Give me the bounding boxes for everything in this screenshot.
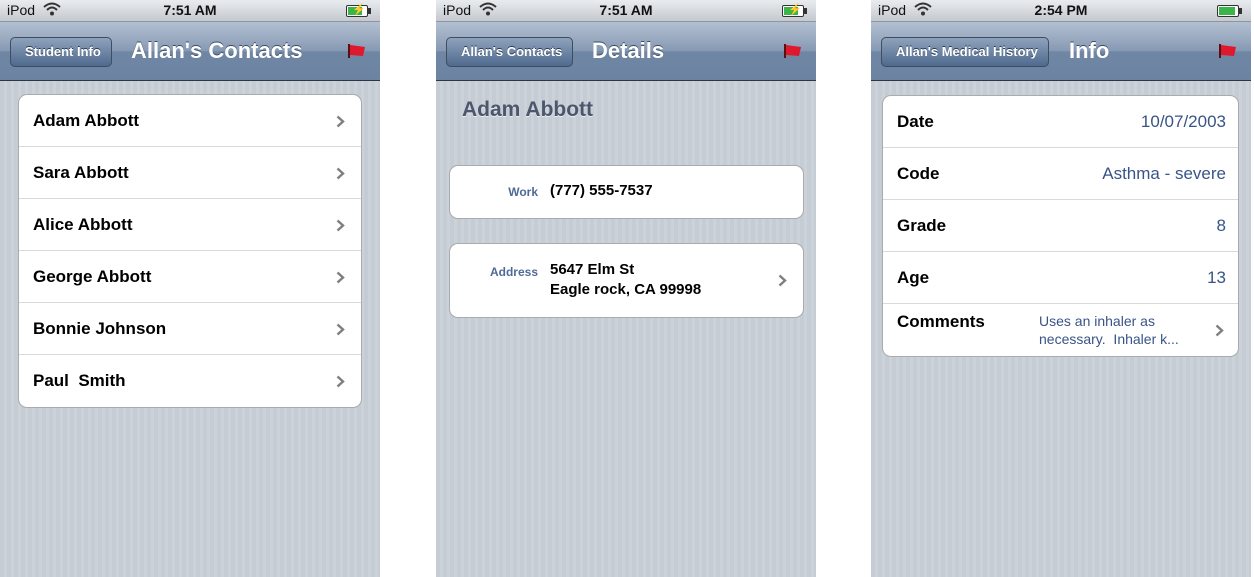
contact-row[interactable]: George Abbott	[19, 251, 361, 303]
contact-row[interactable]: Sara Abbott	[19, 147, 361, 199]
work-label: Work	[508, 185, 538, 199]
contacts-list: Adam Abbott Sara Abbott Alice Abbott Geo…	[18, 94, 362, 408]
chevron-right-icon	[778, 274, 787, 287]
status-time: 7:51 AM	[599, 2, 653, 18]
navigation-bar: Allan's Contacts Details	[436, 22, 816, 81]
comments-line-2: necessary. Inhaler k...	[1039, 331, 1179, 347]
battery-icon: ⚡	[346, 4, 371, 17]
page-title: Info	[1069, 38, 1110, 63]
back-button-label: Student Info	[25, 44, 101, 59]
battery-icon	[1217, 5, 1242, 17]
navigation-bar: Allan's Medical History Info	[871, 22, 1251, 81]
contact-row[interactable]: Bonnie Johnson	[19, 303, 361, 355]
info-label: Age	[897, 268, 930, 287]
address-label: Address	[489, 265, 538, 279]
address-row[interactable]: Address 5647 Elm St Eagle rock, CA 99998	[450, 244, 803, 317]
info-value: Asthma - severe	[1102, 164, 1226, 183]
navigation-bar: Student Info Allan's Contacts	[0, 22, 380, 81]
address-group: Address 5647 Elm St Eagle rock, CA 99998	[449, 243, 804, 318]
info-label: Grade	[897, 216, 947, 235]
flag-icon[interactable]	[1219, 44, 1237, 58]
phone-group: Work (777) 555-7537	[449, 165, 804, 219]
chevron-right-icon	[336, 271, 345, 284]
info-row-age[interactable]: Age 13	[883, 252, 1238, 304]
back-button[interactable]: Student Info	[10, 37, 112, 67]
chevron-right-icon	[336, 375, 345, 388]
status-bar: iPod 2:54 PM	[871, 0, 1251, 22]
screen-contact-details: iPod 7:51 AM ⚡ Allan's Contacts Details …	[436, 0, 816, 577]
contact-row[interactable]: Adam Abbott	[19, 95, 361, 147]
page-title: Allan's Contacts	[131, 38, 303, 63]
chevron-right-icon	[1215, 324, 1224, 337]
contact-row[interactable]: Paul Smith	[19, 355, 361, 407]
comments-line-1: Uses an inhaler as	[1039, 313, 1155, 329]
contact-name: Alice Abbott	[33, 215, 133, 234]
back-button-label: Allan's Contacts	[461, 44, 563, 59]
page-title: Details	[592, 38, 665, 63]
info-label: Code	[897, 164, 940, 183]
work-phone-value: (777) 555-7537	[550, 182, 653, 199]
chevron-right-icon	[336, 115, 345, 128]
address-line-1: 5647 Elm St	[550, 261, 635, 278]
status-bar: iPod 7:51 AM ⚡	[0, 0, 380, 22]
contact-name: Sara Abbott	[33, 163, 129, 182]
address-line-2: Eagle rock, CA 99998	[550, 281, 702, 298]
contact-name-heading: Adam Abbott	[462, 98, 594, 121]
info-label: Comments	[897, 312, 985, 331]
info-value: 13	[1207, 268, 1226, 287]
chevron-right-icon	[336, 167, 345, 180]
info-row-comments[interactable]: Comments Uses an inhaler as necessary. I…	[883, 304, 1238, 356]
contact-name: Bonnie Johnson	[33, 319, 167, 338]
info-label: Date	[897, 112, 934, 131]
medical-info-list: Date 10/07/2003 Code Asthma - severe Gra…	[882, 95, 1239, 357]
info-row-grade[interactable]: Grade 8	[883, 200, 1238, 252]
work-phone-row[interactable]: Work (777) 555-7537	[450, 166, 803, 218]
flag-icon[interactable]	[348, 44, 366, 58]
contact-name: Adam Abbott	[33, 111, 140, 130]
back-button[interactable]: Allan's Medical History	[881, 37, 1049, 67]
flag-icon[interactable]	[784, 44, 802, 58]
status-bar: iPod 7:51 AM ⚡	[436, 0, 816, 22]
battery-icon: ⚡	[782, 4, 807, 17]
back-button-label: Allan's Medical History	[896, 44, 1038, 59]
status-time: 2:54 PM	[1034, 2, 1088, 18]
screen-medical-info: iPod 2:54 PM Allan's Medical History Inf…	[871, 0, 1251, 577]
info-row-date[interactable]: Date 10/07/2003	[883, 96, 1238, 148]
contact-row[interactable]: Alice Abbott	[19, 199, 361, 251]
info-row-code[interactable]: Code Asthma - severe	[883, 148, 1238, 200]
contact-name: Paul Smith	[33, 371, 126, 390]
chevron-right-icon	[336, 323, 345, 336]
status-time: 7:51 AM	[163, 2, 217, 18]
screen-contacts: iPod 7:51 AM ⚡ Student Info Allan's Cont…	[0, 0, 380, 577]
chevron-right-icon	[336, 219, 345, 232]
info-value: 8	[1216, 216, 1226, 235]
contact-name: George Abbott	[33, 267, 152, 286]
back-button[interactable]: Allan's Contacts	[446, 37, 574, 67]
info-value: 10/07/2003	[1140, 112, 1226, 131]
